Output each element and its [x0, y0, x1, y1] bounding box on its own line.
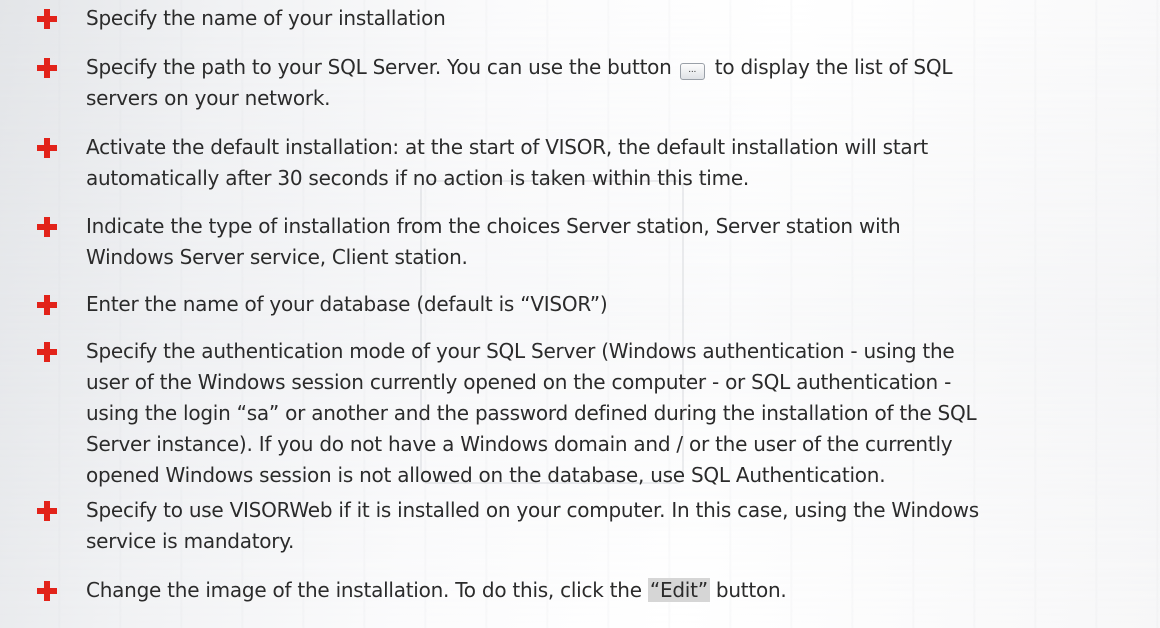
- list-item-text: Specify the authentication mode of your …: [86, 339, 955, 363]
- list-item-text: using the login “sa” or another and the …: [86, 401, 977, 425]
- list-item-text: to display the list of SQL: [714, 55, 953, 79]
- list-item-text: Change the image of the installation. To…: [86, 578, 642, 602]
- red-cross-bullet-icon: [36, 216, 58, 238]
- list-item-text: service is mandatory.: [86, 529, 295, 553]
- list-item-text: Windows Server service, Client station.: [86, 245, 468, 269]
- red-cross-bullet-icon: [36, 341, 58, 363]
- edit-button-reference: “Edit”: [647, 578, 710, 602]
- list-item-text: Activate the default installation: at th…: [86, 135, 929, 159]
- list-item-text: Specify the name of your installation: [86, 6, 446, 30]
- list-item-text: user of the Windows session currently op…: [86, 370, 952, 394]
- red-cross-bullet-icon: [36, 294, 58, 316]
- browse-servers-button[interactable]: ...: [679, 63, 705, 80]
- list-item-text: Indicate the type of installation from t…: [86, 214, 901, 238]
- red-cross-bullet-icon: [36, 500, 58, 522]
- list-item-text: button.: [715, 578, 787, 602]
- list-item-text: Specify the path to your SQL Server. You…: [86, 55, 672, 79]
- list-item-text: Enter the name of your database (default…: [86, 292, 608, 316]
- red-cross-bullet-icon: [36, 8, 58, 30]
- list-item-text: opened Windows session is not allowed on…: [86, 463, 886, 487]
- list-item-text: automatically after 30 seconds if no act…: [86, 166, 749, 190]
- list-item-text: servers on your network.: [86, 86, 331, 110]
- list-item-text: Specify to use VISORWeb if it is install…: [86, 498, 979, 522]
- red-cross-bullet-icon: [36, 137, 58, 159]
- red-cross-bullet-icon: [36, 57, 58, 79]
- red-cross-bullet-icon: [36, 580, 58, 602]
- list-item-text: Server instance). If you do not have a W…: [86, 432, 953, 456]
